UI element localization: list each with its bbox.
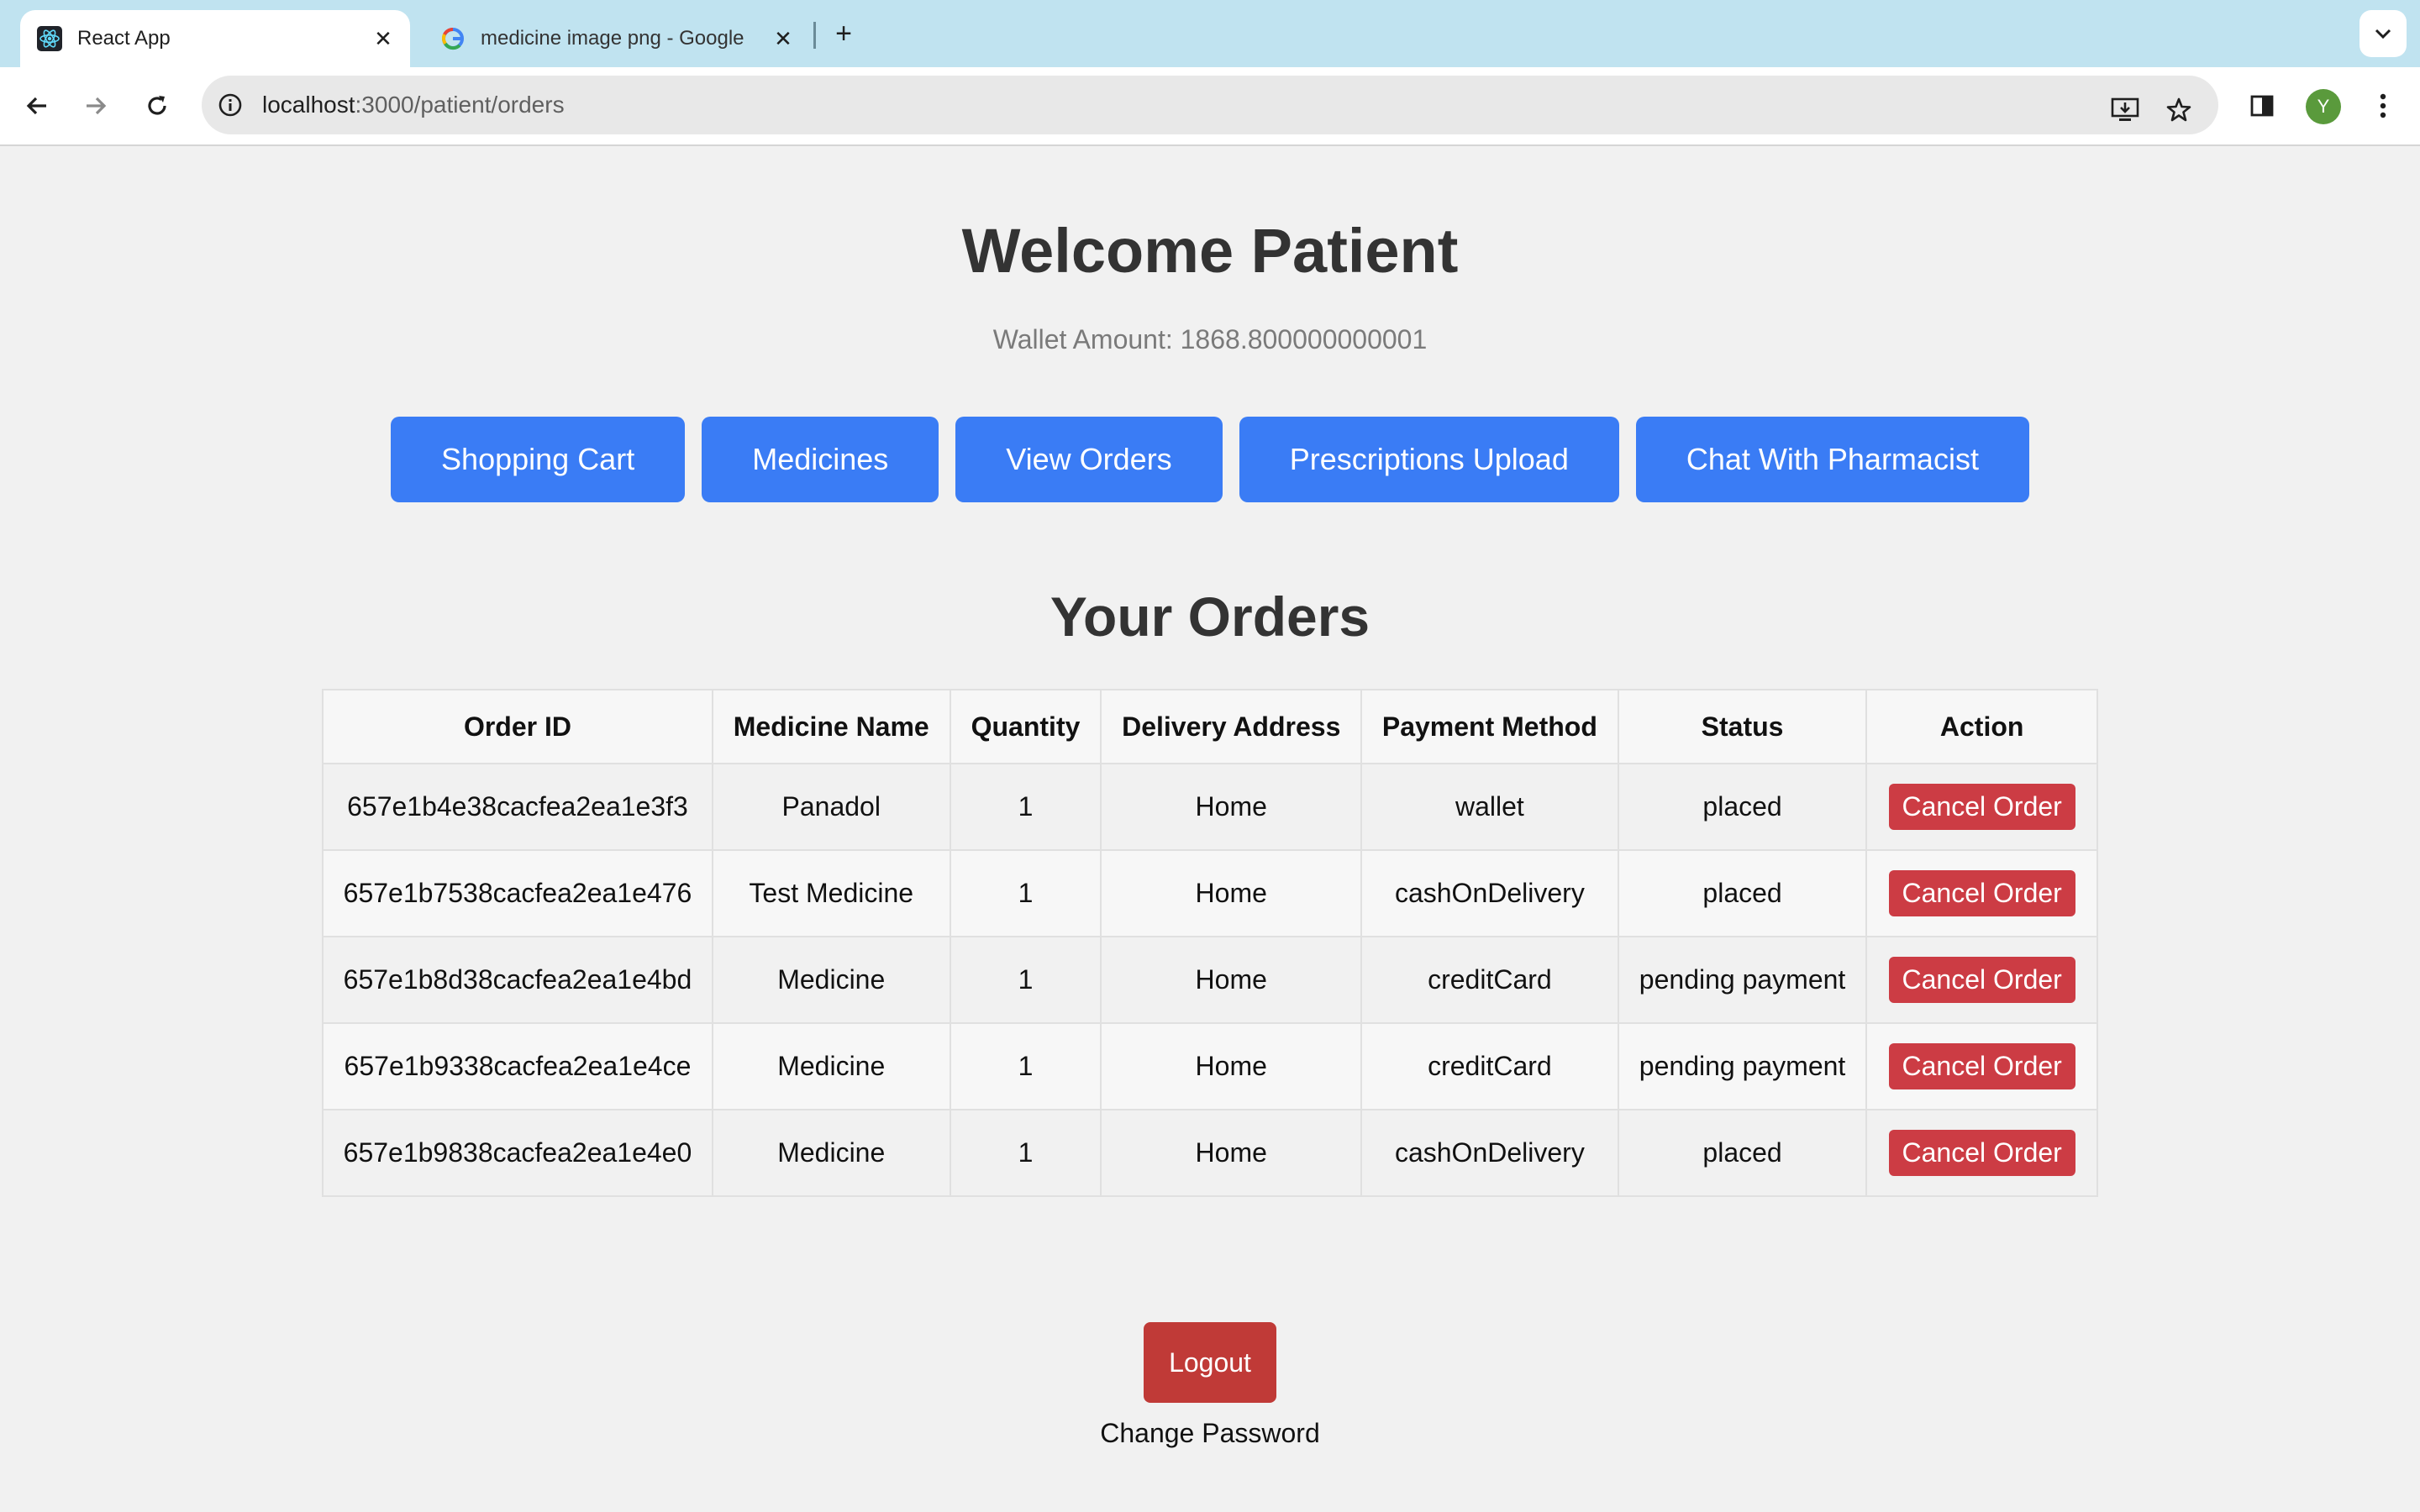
side-panel-icon[interactable] [2242, 86, 2282, 126]
column-header-status: Status [1617, 689, 1868, 764]
table-row: 657e1b9338cacfea2ea1e4ce Medicine 1 Home… [322, 1022, 2098, 1110]
order-id-cell: 657e1b8d38cacfea2ea1e4bd [322, 936, 713, 1024]
react-icon [35, 24, 64, 53]
page-content: Welcome Patient Wallet Amount: 1868.8000… [0, 148, 2420, 1512]
medicines-button[interactable]: Medicines [702, 417, 939, 502]
tab-search-icon[interactable] [2360, 10, 2407, 57]
tab-title: medicine image png - Google [481, 27, 744, 50]
table-row: 657e1b7538cacfea2ea1e476 Test Medicine 1… [322, 849, 2098, 937]
tab-react-app[interactable]: React App ✕ [20, 10, 410, 67]
tab-title: React App [77, 27, 171, 50]
payment-method-cell: wallet [1360, 763, 1619, 851]
page-title: Welcome Patient [961, 216, 1459, 286]
url-host: localhost [262, 92, 355, 118]
payment-method-cell: cashOnDelivery [1360, 849, 1619, 937]
change-password-link[interactable]: Change Password [0, 1418, 2420, 1449]
browser-tab-strip: React App ✕ medicine image png - Google … [0, 0, 2420, 67]
medicine-name-cell: Medicine [711, 1109, 951, 1197]
status-cell: placed [1617, 763, 1868, 851]
column-header-payment-method: Payment Method [1360, 689, 1619, 764]
payment-method-cell: cashOnDelivery [1360, 1109, 1619, 1197]
wallet-amount: Wallet Amount: 1868.800000000001 [0, 324, 2420, 355]
column-header-medicine-name: Medicine Name [711, 689, 951, 764]
google-icon [439, 24, 467, 53]
install-app-icon[interactable] [2107, 92, 2143, 128]
payment-method-cell: creditCard [1360, 936, 1619, 1024]
order-id-cell: 657e1b7538cacfea2ea1e476 [322, 849, 713, 937]
address-bar[interactable]: localhost:3000/patient/orders [202, 76, 2218, 134]
wallet-value: 1868.800000000001 [1180, 324, 1428, 354]
quantity-cell: 1 [949, 763, 1102, 851]
browser-toolbar: localhost:3000/patient/orders [0, 67, 2420, 146]
tab-google-search[interactable]: medicine image png - Google ✕ [424, 10, 810, 67]
order-id-cell: 657e1b9838cacfea2ea1e4e0 [322, 1109, 713, 1197]
close-tab-icon[interactable]: ✕ [766, 22, 800, 55]
payment-method-cell: creditCard [1360, 1022, 1619, 1110]
prescriptions-upload-button[interactable]: Prescriptions Upload [1239, 417, 1619, 502]
status-cell: pending payment [1617, 936, 1868, 1024]
action-cell: Cancel Order [1865, 936, 2098, 1024]
column-header-action: Action [1865, 689, 2098, 764]
shopping-cart-button[interactable]: Shopping Cart [391, 417, 686, 502]
wallet-label: Wallet Amount: [992, 324, 1173, 354]
column-header-quantity: Quantity [949, 689, 1102, 764]
orders-heading: Your Orders [1050, 585, 1370, 648]
delivery-address-cell: Home [1100, 763, 1362, 851]
tab-separator [813, 22, 816, 49]
medicine-name-cell: Medicine [711, 1022, 951, 1110]
delivery-address-cell: Home [1100, 936, 1362, 1024]
quantity-cell: 1 [949, 936, 1102, 1024]
quantity-cell: 1 [949, 1109, 1102, 1197]
column-header-order-id: Order ID [322, 689, 713, 764]
action-cell: Cancel Order [1865, 1109, 2098, 1197]
column-header-delivery-address: Delivery Address [1100, 689, 1362, 764]
cancel-order-button[interactable]: Cancel Order [1888, 784, 2075, 830]
table-row: 657e1b4e38cacfea2ea1e3f3 Panadol 1 Home … [322, 763, 2098, 851]
action-cell: Cancel Order [1865, 1022, 2098, 1110]
medicine-name-cell: Medicine [711, 936, 951, 1024]
new-tab-icon[interactable]: + [827, 17, 860, 50]
table-row: 657e1b8d38cacfea2ea1e4bd Medicine 1 Home… [322, 936, 2098, 1024]
chat-with-pharmacist-button[interactable]: Chat With Pharmacist [1635, 417, 2029, 502]
view-orders-button[interactable]: View Orders [955, 417, 1223, 502]
action-cell: Cancel Order [1865, 763, 2098, 851]
bookmark-star-icon[interactable] [2161, 92, 2196, 128]
table-header-row: Order ID Medicine Name Quantity Delivery… [322, 689, 2098, 764]
delivery-address-cell: Home [1100, 1109, 1362, 1197]
logout-button[interactable]: Logout [1144, 1322, 1276, 1403]
orders-table: Order ID Medicine Name Quantity Delivery… [322, 689, 2098, 1197]
table-row: 657e1b9838cacfea2ea1e4e0 Medicine 1 Home… [322, 1109, 2098, 1197]
status-cell: pending payment [1617, 1022, 1868, 1110]
cancel-order-button[interactable]: Cancel Order [1888, 1130, 2075, 1176]
profile-avatar[interactable]: Y [2306, 89, 2341, 124]
quantity-cell: 1 [949, 849, 1102, 937]
status-cell: placed [1617, 1109, 1868, 1197]
medicine-name-cell: Panadol [711, 763, 951, 851]
cancel-order-button[interactable]: Cancel Order [1888, 870, 2075, 916]
delivery-address-cell: Home [1100, 1022, 1362, 1110]
back-arrow-icon[interactable] [17, 86, 57, 126]
forward-arrow-icon[interactable] [76, 86, 116, 126]
site-info-icon[interactable] [215, 90, 245, 120]
url-path: :3000/patient/orders [355, 92, 565, 118]
delivery-address-cell: Home [1100, 849, 1362, 937]
cancel-order-button[interactable]: Cancel Order [1888, 957, 2075, 1003]
url-text[interactable]: localhost:3000/patient/orders [262, 92, 565, 118]
quantity-cell: 1 [949, 1022, 1102, 1110]
reload-icon[interactable] [137, 86, 177, 126]
action-cell: Cancel Order [1865, 849, 2098, 937]
cancel-order-button[interactable]: Cancel Order [1888, 1043, 2075, 1089]
medicine-name-cell: Test Medicine [711, 849, 951, 937]
patient-nav: Shopping Cart Medicines View Orders Pres… [0, 417, 2420, 502]
close-tab-icon[interactable]: ✕ [366, 22, 400, 55]
menu-kebab-icon[interactable] [2363, 86, 2403, 126]
order-id-cell: 657e1b4e38cacfea2ea1e3f3 [322, 763, 713, 851]
order-id-cell: 657e1b9338cacfea2ea1e4ce [322, 1022, 713, 1110]
status-cell: placed [1617, 849, 1868, 937]
